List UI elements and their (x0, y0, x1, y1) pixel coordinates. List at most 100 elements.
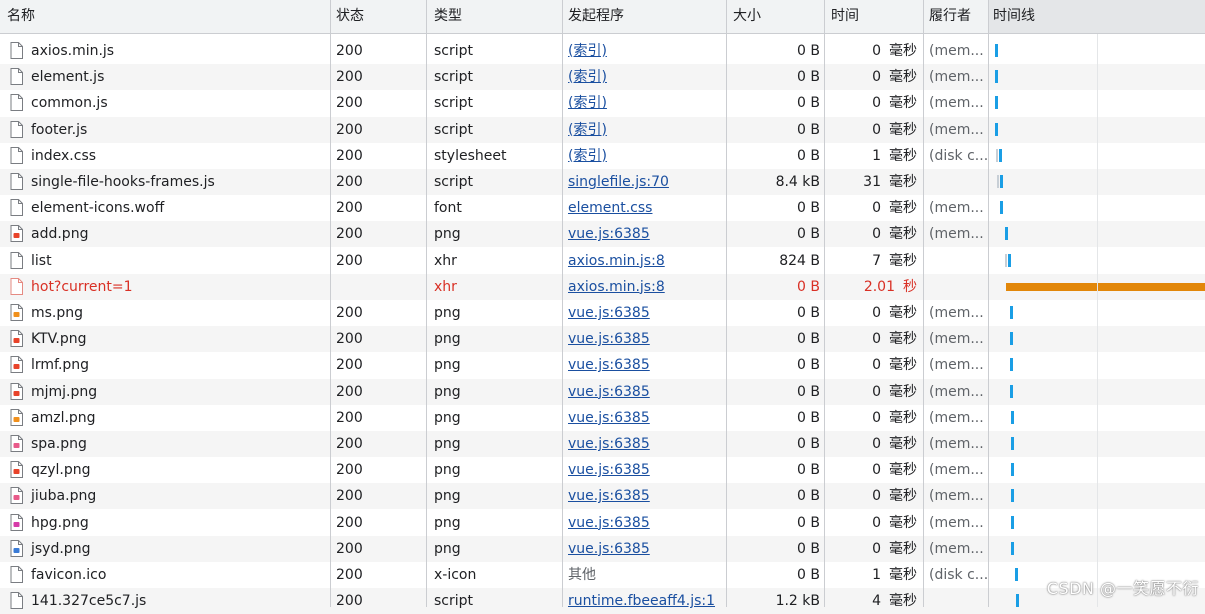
request-name[interactable]: hpg.png (0, 510, 331, 536)
request-type: xhr (434, 252, 457, 269)
request-name[interactable]: favicon.ico (0, 562, 331, 588)
request-name[interactable]: element.js (0, 64, 331, 90)
waterfall-bar[interactable] (995, 96, 998, 110)
waterfall-bar[interactable] (1010, 306, 1013, 319)
request-type: script (434, 69, 474, 86)
request-type: x-icon (434, 567, 477, 583)
request-name[interactable]: jsyd.png (0, 536, 331, 562)
initiator-link[interactable]: vue.js:6385 (568, 515, 650, 531)
initiator-link[interactable]: axios.min.js:8 (568, 253, 665, 269)
request-executor: (mem... (929, 383, 984, 400)
waterfall-bar[interactable] (1016, 594, 1019, 608)
request-name[interactable]: ms.png (0, 300, 331, 326)
request-initiator: runtime.fbeeaff4.js:1 (562, 588, 726, 614)
initiator-link[interactable]: vue.js:6385 (568, 331, 650, 347)
waterfall-bar[interactable] (1011, 410, 1014, 424)
request-name[interactable]: element-icons.woff (0, 195, 331, 221)
column-header-type[interactable]: 类型 (427, 0, 562, 33)
initiator-link[interactable]: (索引) (568, 122, 607, 138)
request-executor: (mem... (929, 43, 984, 59)
request-size: 0 B (797, 69, 820, 86)
waterfall-bar[interactable] (999, 148, 1002, 162)
request-name[interactable]: common.js (0, 90, 331, 116)
column-header-time[interactable]: 时间 (824, 0, 923, 33)
waterfall-bar[interactable] (995, 44, 998, 57)
waterfall-bar[interactable] (1010, 332, 1013, 346)
waterfall-bar[interactable] (1010, 384, 1013, 398)
waterfall-bar[interactable] (1011, 437, 1014, 450)
column-header-initiator[interactable]: 发起程序 (562, 0, 726, 33)
initiator-link[interactable]: element.css (568, 200, 652, 216)
request-time: 0 毫秒 (824, 90, 923, 116)
waterfall-bar[interactable] (1005, 227, 1008, 241)
waterfall-gridline (1097, 34, 1098, 607)
request-name[interactable]: single-file-hooks-frames.js (0, 169, 331, 195)
waterfall-bar[interactable] (1008, 253, 1011, 267)
waterfall-bar[interactable] (1010, 358, 1013, 372)
initiator-link[interactable]: vue.js:6385 (568, 436, 650, 452)
column-divider[interactable] (824, 0, 825, 607)
request-name[interactable]: axios.min.js (0, 38, 331, 64)
request-initiator: (索引) (562, 90, 726, 116)
time-unit: 毫秒 (889, 200, 917, 217)
waterfall-bar[interactable] (1015, 568, 1018, 581)
waterfall-bar[interactable] (1011, 463, 1014, 477)
request-status: 200 (336, 121, 363, 138)
request-executor: (mem... (929, 69, 984, 86)
initiator-link[interactable]: axios.min.js:8 (568, 279, 665, 295)
waterfall-bar[interactable] (1000, 201, 1003, 215)
request-status: 200 (336, 305, 363, 321)
request-name[interactable]: jiuba.png (0, 483, 331, 509)
waterfall-bar[interactable] (995, 122, 998, 136)
waterfall-bar[interactable] (1011, 541, 1014, 555)
initiator-link[interactable]: vue.js:6385 (568, 226, 650, 242)
initiator-link[interactable]: (索引) (568, 43, 607, 59)
initiator-link[interactable]: vue.js:6385 (568, 384, 650, 400)
waterfall-bar[interactable] (995, 70, 998, 84)
column-divider[interactable] (562, 0, 563, 607)
column-header-waterfall[interactable]: 时间线 (989, 0, 1205, 33)
initiator-link[interactable]: (索引) (568, 95, 607, 111)
initiator-link[interactable]: singlefile.js:70 (568, 174, 669, 190)
request-name[interactable]: 141.327ce5c7.js (0, 588, 331, 614)
column-header-status[interactable]: 状态 (331, 0, 427, 33)
request-name[interactable]: hot?current=1 (0, 274, 331, 300)
column-header-name[interactable]: 名称 (0, 0, 331, 33)
initiator-link[interactable]: (索引) (568, 69, 607, 85)
request-name[interactable]: qzyl.png (0, 457, 331, 483)
column-divider[interactable] (330, 0, 331, 607)
request-size: 0 B (797, 409, 820, 426)
request-name[interactable]: KTV.png (0, 326, 331, 352)
initiator-link[interactable]: (索引) (568, 148, 607, 164)
time-unit: 毫秒 (889, 331, 917, 348)
column-divider[interactable] (923, 0, 924, 607)
request-name[interactable]: list (0, 248, 331, 274)
initiator-link[interactable]: vue.js:6385 (568, 462, 650, 478)
request-type: script (434, 593, 474, 610)
request-name[interactable]: mjmj.png (0, 379, 331, 405)
request-name[interactable]: index.css (0, 143, 331, 169)
initiator-link[interactable]: vue.js:6385 (568, 410, 650, 426)
request-name[interactable]: add.png (0, 221, 331, 247)
request-name[interactable]: footer.js (0, 117, 331, 143)
initiator-link[interactable]: vue.js:6385 (568, 488, 650, 504)
waterfall-bar-pending[interactable] (1006, 282, 1205, 291)
waterfall-bar[interactable] (1011, 489, 1014, 503)
column-header-executor[interactable]: 履行者 (923, 0, 989, 33)
column-header-size[interactable]: 大小 (726, 0, 824, 33)
waterfall-bar[interactable] (1011, 515, 1014, 529)
column-divider[interactable] (426, 0, 427, 607)
initiator-link[interactable]: vue.js:6385 (568, 357, 650, 373)
request-type: png (434, 514, 461, 531)
column-divider[interactable] (726, 0, 727, 607)
request-status: 200 (336, 540, 363, 557)
request-type: png (434, 409, 461, 426)
request-name[interactable]: amzl.png (0, 405, 331, 431)
waterfall-bar[interactable] (1000, 175, 1003, 188)
request-name[interactable]: spa.png (0, 431, 331, 457)
request-initiator: vue.js:6385 (562, 379, 726, 405)
initiator-link[interactable]: vue.js:6385 (568, 541, 650, 557)
request-name[interactable]: lrmf.png (0, 352, 331, 378)
time-unit: 毫秒 (889, 121, 917, 138)
initiator-link[interactable]: vue.js:6385 (568, 305, 650, 321)
